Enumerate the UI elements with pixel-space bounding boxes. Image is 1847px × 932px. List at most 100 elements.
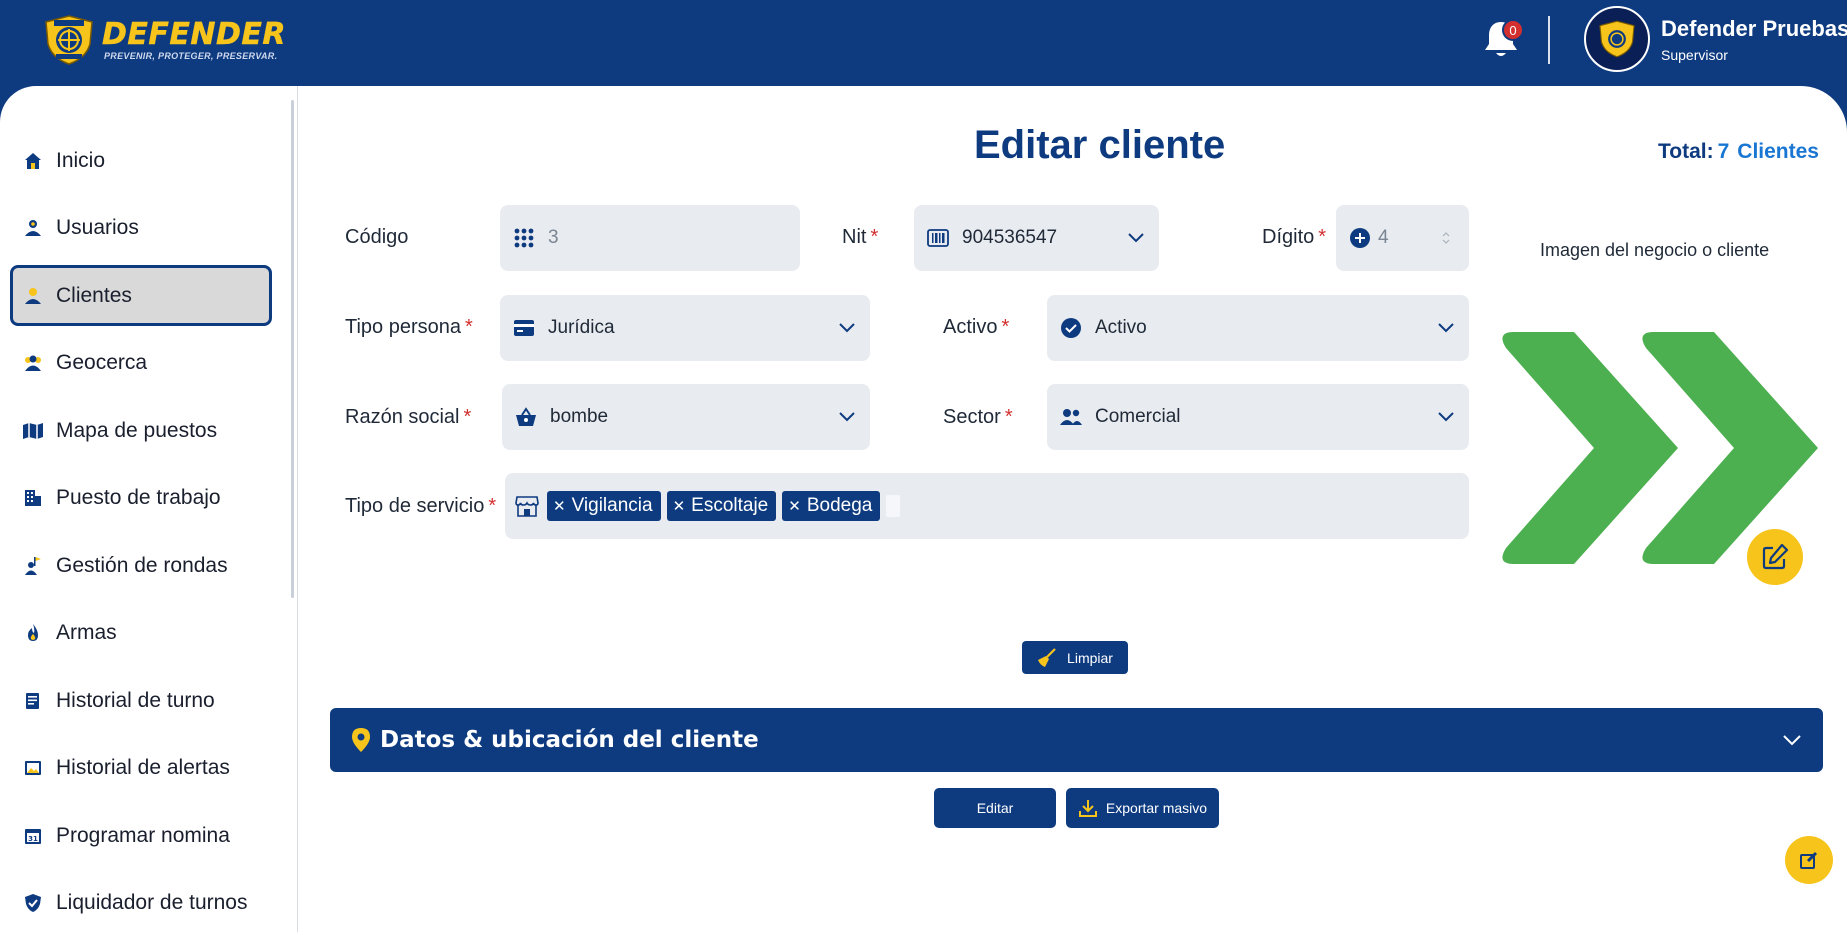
sidebar-item-label: Armas	[56, 621, 117, 644]
sector-label: Sector *	[943, 406, 1013, 428]
codigo-label: Código	[345, 226, 409, 248]
digito-value: 4	[1378, 227, 1389, 248]
tipo-servicio-multiselect[interactable]: ✕ Vigilancia ✕ Escoltaje ✕ Bodega	[505, 473, 1469, 539]
sidebar-item-label: Puesto de trabajo	[56, 486, 221, 509]
razon-social-select[interactable]: bombe	[502, 384, 870, 450]
check-circle-icon	[1059, 316, 1083, 340]
chevron-down-icon[interactable]	[1435, 317, 1457, 339]
service-chip-bodega[interactable]: ✕ Bodega	[782, 491, 881, 521]
service-chip-vigilancia[interactable]: ✕ Vigilancia	[547, 491, 661, 521]
brand-name: DEFENDER	[102, 17, 286, 52]
sidebar-item-usuarios[interactable]: Usuarios	[10, 198, 272, 259]
sidebar-item-geocerca[interactable]: Geocerca	[10, 333, 272, 394]
sidebar-item-label: Historial de alertas	[56, 756, 230, 779]
chevron-down-icon[interactable]	[836, 317, 858, 339]
sidebar-item-label: Inicio	[56, 148, 106, 172]
avatar-shield-icon	[1599, 20, 1635, 58]
edit-image-button[interactable]	[1747, 529, 1803, 585]
notifications-button[interactable]: 0	[1478, 16, 1524, 62]
sidebar-item-label: Mapa de puestos	[56, 418, 218, 442]
codigo-field[interactable]: 3	[500, 205, 800, 271]
activo-value: Activo	[1095, 317, 1147, 338]
shopping-basket-icon	[514, 405, 538, 429]
sidebar-item-historial-alertas[interactable]: Historial de alertas	[10, 738, 272, 799]
document-icon	[22, 690, 44, 712]
digito-field[interactable]: 4	[1336, 205, 1469, 271]
tipo-servicio-label: Tipo de servicio *	[345, 495, 497, 517]
calendar-icon: 31	[22, 825, 44, 847]
nit-value: 904536547	[962, 227, 1058, 248]
chevron-down-icon[interactable]	[1781, 729, 1803, 751]
remove-chip-icon[interactable]: ✕	[553, 497, 566, 515]
razon-social-value: bombe	[550, 406, 609, 427]
sidebar-item-puesto[interactable]: Puesto de trabajo	[10, 468, 272, 529]
remove-chip-icon[interactable]: ✕	[673, 497, 686, 515]
client-location-accordion[interactable]: Datos & ubicación del cliente	[330, 708, 1823, 772]
user-role: Supervisor	[1661, 47, 1728, 63]
sidebar-item-label: Usuarios	[56, 216, 139, 239]
user-name: Defender Pruebas	[1661, 16, 1847, 41]
sidebar-item-label: Programar nomina	[56, 823, 230, 847]
remove-chip-icon[interactable]: ✕	[788, 497, 801, 515]
accordion-title: Datos & ubicación del cliente	[380, 727, 759, 753]
sidebar-scrollbar[interactable]	[291, 100, 294, 598]
broom-icon	[1037, 647, 1057, 668]
total-count: 7	[1717, 140, 1730, 163]
limpiar-button[interactable]: Limpiar	[1022, 641, 1128, 674]
total-unit: Clientes	[1737, 140, 1819, 163]
user-avatar[interactable]	[1584, 6, 1650, 72]
sector-select[interactable]: Comercial	[1047, 384, 1469, 450]
service-chip-escoltaje[interactable]: ✕ Escoltaje	[666, 491, 777, 521]
tipo-persona-select[interactable]: Jurídica	[500, 295, 870, 361]
sidebar-item-label: Historial de turno	[56, 688, 215, 712]
sidebar-item-liquidador[interactable]: Liquidador de turnos	[10, 873, 272, 932]
sidebar-item-inicio[interactable]: Inicio	[10, 130, 272, 191]
sidebar-item-label: Liquidador de turnos	[56, 891, 248, 914]
total-clients: Total: 7 Clientes	[1658, 140, 1819, 164]
brand-tagline: PREVENIR, PROTEGER, PRESERVAR.	[104, 51, 278, 61]
keypad-icon	[512, 226, 536, 250]
tipo-persona-label: Tipo persona *	[345, 316, 473, 338]
service-search-input[interactable]	[886, 495, 901, 517]
brand-logo[interactable]: DEFENDER PREVENIR, PROTEGER, PRESERVAR.	[42, 14, 286, 66]
flag-person-icon	[22, 555, 44, 577]
chevron-down-icon[interactable]	[1435, 406, 1457, 428]
sidebar-item-label: Geocerca	[56, 351, 148, 374]
chevron-down-icon[interactable]	[836, 406, 858, 428]
shield-check-icon	[22, 892, 44, 914]
map-icon	[22, 420, 44, 442]
razon-social-label: Razón social *	[345, 406, 472, 428]
card-icon	[512, 316, 536, 340]
store-icon	[515, 494, 539, 518]
user-icon	[22, 217, 44, 239]
fire-icon	[22, 622, 44, 644]
sidebar-item-rondas[interactable]: Gestión de rondas	[10, 535, 272, 596]
floating-edit-button[interactable]	[1785, 836, 1833, 884]
nit-field[interactable]: 904536547	[914, 205, 1159, 271]
sidebar-item-clientes[interactable]: Clientes	[10, 265, 272, 326]
nit-label: Nit *	[842, 226, 879, 248]
sidebar-item-historial-turno[interactable]: Historial de turno	[10, 670, 272, 731]
barcode-icon	[926, 226, 950, 250]
editar-button[interactable]: Editar	[934, 788, 1056, 828]
people-icon	[1059, 405, 1083, 429]
sidebar-item-label: Clientes	[56, 283, 132, 307]
sidebar-item-label: Gestión de rondas	[56, 553, 228, 577]
page-title: Editar cliente	[974, 123, 1226, 167]
edit-square-icon	[1800, 851, 1818, 869]
plus-circle-icon	[1348, 226, 1372, 250]
chevron-down-icon[interactable]	[1125, 227, 1147, 249]
edit-icon	[1762, 543, 1789, 570]
sidebar-nav: Inicio Usuarios Clientes Geocerca Mapa d…	[10, 130, 272, 932]
activo-select[interactable]: Activo	[1047, 295, 1469, 361]
sidebar-item-armas[interactable]: Armas	[10, 603, 272, 664]
tipo-persona-value: Jurídica	[548, 317, 615, 338]
exportar-masivo-button[interactable]: Exportar masivo	[1066, 788, 1219, 828]
digito-label: Dígito *	[1262, 226, 1327, 248]
notification-count-badge: 0	[1502, 19, 1524, 41]
activo-label: Activo *	[943, 316, 1010, 338]
sidebar-item-mapa[interactable]: Mapa de puestos	[10, 400, 272, 461]
sidebar-item-programar[interactable]: 31 Programar nomina	[10, 805, 272, 866]
number-spinner-icon[interactable]	[1435, 227, 1457, 249]
header-divider	[1548, 16, 1550, 64]
